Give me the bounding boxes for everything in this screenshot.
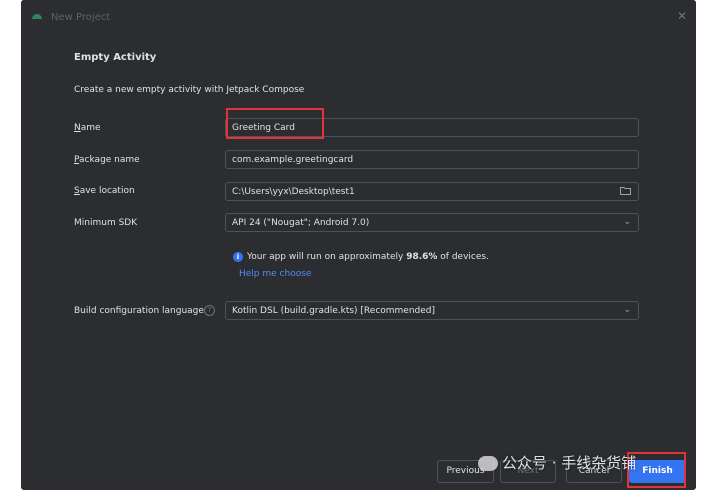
chevron-down-icon: ⌄: [623, 217, 631, 227]
build-language-label: Build configuration language: [74, 306, 204, 316]
watermark-text: 公众号 · 手线杂货铺: [502, 454, 637, 472]
help-question-icon[interactable]: ?: [204, 305, 215, 316]
title-bar: New Project ✕: [21, 0, 696, 34]
name-label-rest: ame: [80, 123, 101, 133]
device-coverage-text: Your app will run on approximately 98.6%…: [247, 252, 489, 262]
name-highlight-box: [226, 108, 324, 139]
min-sdk-label: Minimum SDK: [74, 218, 138, 228]
help-me-choose-link[interactable]: Help me choose: [239, 269, 311, 279]
package-name-input[interactable]: com.example.greetingcard: [225, 150, 639, 169]
wechat-icon: [478, 456, 498, 471]
android-logo-icon: [31, 11, 43, 22]
coverage-prefix: Your app will run on approximately: [247, 252, 407, 262]
chevron-down-icon: ⌄: [623, 305, 631, 315]
save-location-label-rest: ave location: [79, 186, 135, 196]
window-title: New Project: [51, 12, 111, 23]
name-label-accel: N: [74, 123, 81, 133]
folder-icon[interactable]: [620, 186, 631, 198]
build-language-value: Kotlin DSL (build.gradle.kts) [Recommend…: [232, 306, 436, 316]
save-location-label: Save location: [74, 186, 135, 196]
min-sdk-select[interactable]: API 24 ("Nougat"; Android 7.0) ⌄: [225, 213, 639, 232]
page-description: Create a new empty activity with Jetpack…: [74, 85, 305, 95]
name-label: Name: [74, 123, 101, 133]
info-icon: i: [233, 252, 243, 262]
package-value: com.example.greetingcard: [232, 155, 354, 165]
package-label: Package name: [74, 155, 140, 165]
save-location-value: C:\Users\yyx\Desktop\test1: [232, 187, 355, 197]
page-heading: Empty Activity: [74, 52, 157, 63]
coverage-percent: 98.6%: [406, 252, 438, 262]
min-sdk-value: API 24 ("Nougat"; Android 7.0): [232, 218, 370, 228]
coverage-suffix: of devices.: [437, 252, 489, 262]
package-label-rest: ackage name: [79, 155, 140, 165]
new-project-dialog: New Project ✕ Empty Activity Create a ne…: [21, 0, 696, 490]
close-icon[interactable]: ✕: [677, 9, 687, 23]
save-location-input[interactable]: C:\Users\yyx\Desktop\test1: [225, 182, 639, 201]
build-language-select[interactable]: Kotlin DSL (build.gradle.kts) [Recommend…: [225, 301, 639, 320]
watermark: 公众号 · 手线杂货铺: [478, 452, 636, 473]
